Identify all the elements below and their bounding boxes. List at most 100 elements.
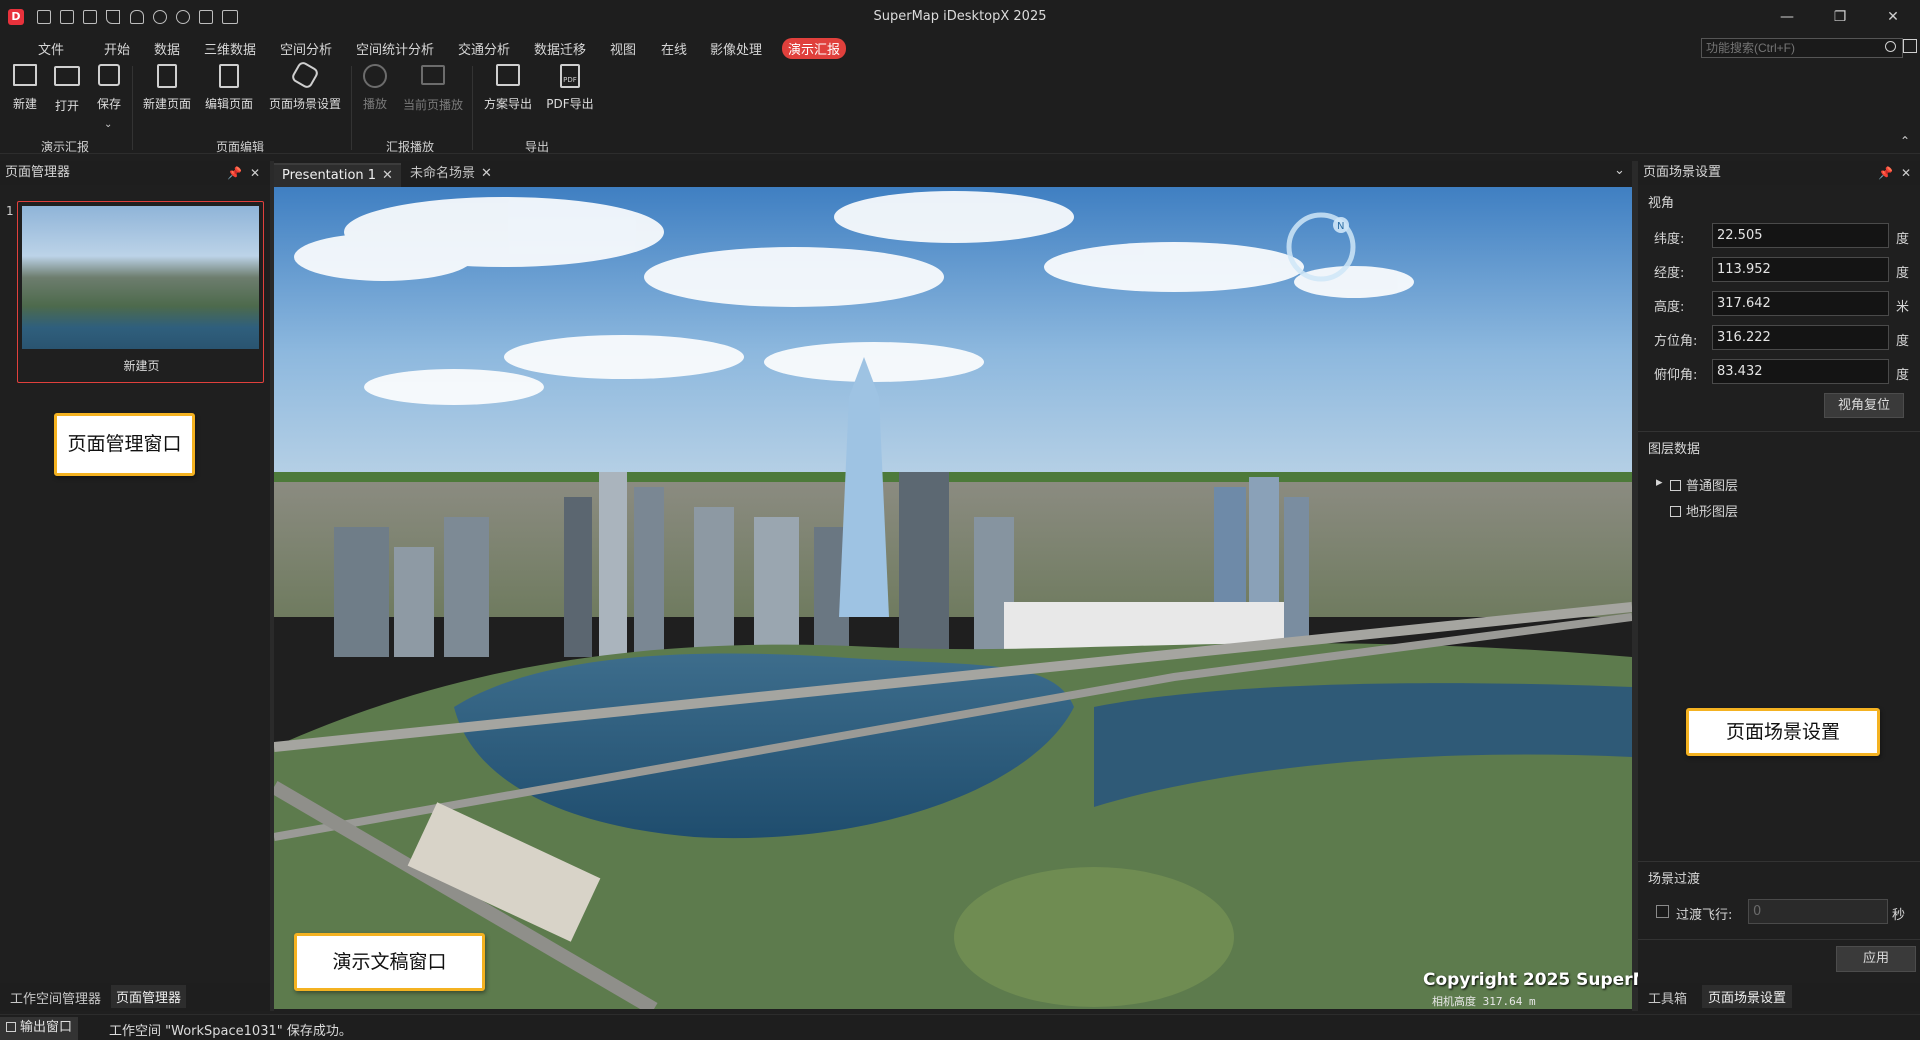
maximize-button[interactable]: ❐ xyxy=(1813,0,1867,34)
menu-online[interactable]: 在线 xyxy=(661,39,687,58)
menu-file[interactable]: 文件 xyxy=(38,39,64,58)
menu-data-migration[interactable]: 数据迁移 xyxy=(534,39,586,58)
play-label: 播放 xyxy=(362,97,387,111)
title-bar: D SuperMap iDesktopX 2025 — ❐ ✕ xyxy=(0,0,1920,34)
section-divider xyxy=(1638,431,1920,432)
transition-fly-label: 过渡飞行: xyxy=(1676,908,1733,923)
output-window-tab[interactable]: 输出窗口 xyxy=(0,1017,79,1040)
tab-dropdown-chevron-icon[interactable]: ⌄ xyxy=(1614,163,1625,178)
tab-presentation-1[interactable]: Presentation 1 ✕ xyxy=(274,163,401,187)
menu-data[interactable]: 数据 xyxy=(154,39,180,58)
transition-section-title: 场景过渡 xyxy=(1648,872,1701,887)
altitude-label: 高度: xyxy=(1654,300,1685,315)
edit-page-button[interactable]: 编辑页面 xyxy=(201,62,257,122)
save-button[interactable]: 保存 xyxy=(92,62,126,122)
export-pdf-button[interactable]: PDF PDF导出 xyxy=(543,62,597,122)
status-bar: 输出窗口 工作空间 "WorkSpace1031" 保存成功。 xyxy=(0,1014,1920,1040)
transition-fly-checkbox[interactable] xyxy=(1656,905,1669,918)
new-page-label: 新建页面 xyxy=(142,97,191,111)
longitude-input[interactable] xyxy=(1712,257,1889,282)
page-thumbnail[interactable]: 新建页 xyxy=(17,201,264,383)
menu-3d-data[interactable]: 三维数据 xyxy=(204,39,256,58)
pin-icon[interactable]: 📌 xyxy=(1878,161,1893,185)
tab-presentation-1-label: Presentation 1 xyxy=(282,168,377,183)
expand-icon[interactable] xyxy=(1903,39,1917,53)
new-page-button[interactable]: 新建页面 xyxy=(139,62,195,122)
tilt-input[interactable] xyxy=(1712,359,1889,384)
apply-button[interactable]: 应用 xyxy=(1836,946,1916,972)
scene-settings-header: 页面场景设置 📌 ✕ xyxy=(1638,161,1920,185)
page-thumbnail-label: 新建页 xyxy=(123,359,160,373)
document-tab-bar: Presentation 1 ✕ 未命名场景 ✕ ⌄ xyxy=(274,161,1632,187)
page-scene-settings-panel: 页面场景设置 📌 ✕ 视角 纬度: 度 经度: 度 高度: 米 方位角: 度 俯… xyxy=(1638,161,1920,1011)
play-button[interactable]: 播放 xyxy=(358,62,392,122)
page-manager-title: 页面管理器 xyxy=(5,165,71,180)
window-title: SuperMap iDesktopX 2025 xyxy=(873,9,1047,24)
pdf-file-icon: PDF xyxy=(557,64,583,90)
reset-view-button[interactable]: 视角复位 xyxy=(1824,393,1904,418)
menu-spatial-analysis[interactable]: 空间分析 xyxy=(280,39,332,58)
group-label-presentation: 演示汇报 xyxy=(41,140,90,154)
layer-terrain[interactable]: 地形图层 xyxy=(1670,501,1738,520)
latitude-input[interactable] xyxy=(1712,223,1889,248)
layer-normal[interactable]: 普通图层 xyxy=(1670,475,1738,494)
edit-page-icon xyxy=(216,64,242,90)
ribbon-collapse-chevron-icon[interactable]: ⌃ xyxy=(1900,134,1910,148)
save-label: 保存 xyxy=(96,97,121,111)
transition-duration-input[interactable] xyxy=(1748,899,1888,924)
tilt-label: 俯仰角: xyxy=(1654,368,1698,383)
new-button[interactable]: 新建 xyxy=(8,62,42,122)
tab-page-manager[interactable]: 页面管理器 xyxy=(111,985,187,1008)
transition-unit: 秒 xyxy=(1892,908,1906,923)
open-button[interactable]: 打开 xyxy=(50,62,84,122)
close-window-button[interactable]: ✕ xyxy=(1866,0,1920,34)
close-panel-icon[interactable]: ✕ xyxy=(1901,161,1911,185)
tree-expand-arrow-icon[interactable]: ▸ xyxy=(1656,475,1663,490)
pdf-badge: PDF xyxy=(560,64,580,88)
close-tab-icon[interactable]: ✕ xyxy=(382,168,393,183)
menu-traffic-analysis[interactable]: 交通分析 xyxy=(458,39,510,58)
function-search-input[interactable] xyxy=(1701,38,1903,58)
play-current-page-button[interactable]: 当前页播放 xyxy=(399,62,467,122)
layer-normal-label: 普通图层 xyxy=(1686,479,1739,494)
latitude-label: 纬度: xyxy=(1654,232,1685,247)
group-separator xyxy=(132,66,133,150)
menu-image-processing[interactable]: 影像处理 xyxy=(710,39,762,58)
pin-icon[interactable]: 📌 xyxy=(227,161,242,185)
page-scene-settings-button[interactable]: 页面场景设置 xyxy=(264,59,346,122)
tab-page-scene-settings[interactable]: 页面场景设置 xyxy=(1702,985,1793,1008)
menu-spatial-statistics[interactable]: 空间统计分析 xyxy=(356,39,434,58)
longitude-label: 经度: xyxy=(1654,266,1685,281)
new-plus-icon xyxy=(12,64,38,90)
menu-presentation[interactable]: 演示汇报 xyxy=(782,38,847,59)
status-message: 工作空间 "WorkSpace1031" 保存成功。 xyxy=(109,1024,352,1039)
view-section-title: 视角 xyxy=(1648,196,1675,211)
folder-icon xyxy=(54,66,80,92)
tab-unnamed-scene[interactable]: 未命名场景 ✕ xyxy=(402,163,500,187)
heading-input[interactable] xyxy=(1712,325,1889,350)
heading-label: 方位角: xyxy=(1654,334,1698,349)
minimize-button[interactable]: — xyxy=(1760,0,1814,34)
search-icon[interactable] xyxy=(1885,41,1896,52)
layer-icon xyxy=(1670,480,1681,491)
latitude-unit: 度 xyxy=(1896,232,1910,247)
export-pdf-label: PDF导出 xyxy=(546,97,594,111)
tab-toolbox[interactable]: 工具箱 xyxy=(1648,988,1687,1007)
tilt-unit: 度 xyxy=(1896,368,1910,383)
section-divider xyxy=(1638,939,1920,940)
page-manager-panel: 页面管理器 📌 ✕ 1 新建页 xyxy=(0,161,270,983)
menu-bar: 文件 开始 数据 三维数据 空间分析 空间统计分析 交通分析 数据迁移 视图 在… xyxy=(0,34,1920,62)
close-tab-icon[interactable]: ✕ xyxy=(481,166,492,181)
export-plan-button[interactable]: 方案导出 xyxy=(480,62,536,122)
layer-data-section-title: 图层数据 xyxy=(1648,442,1701,457)
save-dropdown-chevron-icon[interactable]: ⌄ xyxy=(104,119,112,130)
altitude-input[interactable] xyxy=(1712,291,1889,316)
tab-unnamed-scene-label: 未命名场景 xyxy=(410,166,476,181)
menu-view[interactable]: 视图 xyxy=(610,39,636,58)
close-panel-icon[interactable]: ✕ xyxy=(250,161,260,185)
menu-start[interactable]: 开始 xyxy=(104,39,130,58)
altitude-unit: 米 xyxy=(1896,300,1910,315)
tab-workspace-manager[interactable]: 工作空间管理器 xyxy=(10,988,101,1007)
3d-scene-viewport[interactable]: N xyxy=(274,187,1632,1009)
output-window-label: 输出窗口 xyxy=(20,1020,73,1035)
